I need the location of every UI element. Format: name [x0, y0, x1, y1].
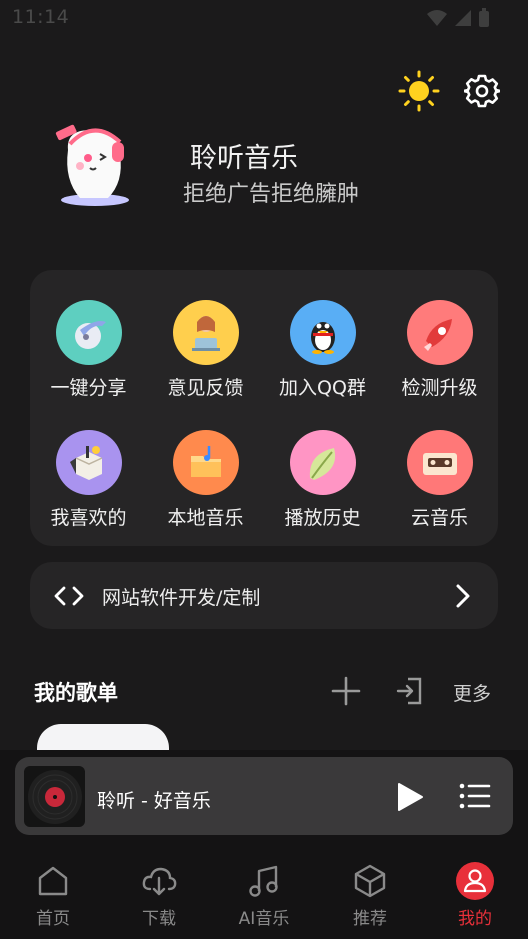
nav-label: AI音乐	[238, 909, 290, 929]
status-icons	[426, 8, 490, 28]
player-track-title: 聆听 - 好音乐	[97, 790, 211, 812]
nav-item-recommend[interactable]: 推荐	[317, 852, 423, 932]
grid-item-history[interactable]: 播放历史	[264, 400, 381, 530]
nav-label: 首页	[36, 909, 70, 929]
app-mascot-logo	[50, 120, 140, 214]
gear-icon	[464, 74, 500, 108]
rocket-upgrade-icon	[406, 300, 473, 365]
share-icon	[55, 300, 122, 365]
wifi-icon	[427, 10, 447, 26]
grid-item-local[interactable]: 本地音乐	[147, 400, 264, 530]
feature-grid: 一键分享 意见反馈 加入QQ群 检测升级 我喜欢的 本地音乐 播放历史 云音乐	[30, 270, 498, 546]
list-icon	[459, 783, 491, 809]
local-folder-icon	[172, 430, 239, 495]
grid-item-upgrade[interactable]: 检测升级	[381, 270, 498, 400]
import-icon	[396, 677, 422, 705]
playlists-title: 我的歌单	[34, 681, 118, 705]
battery-icon	[479, 8, 489, 27]
nav-item-download[interactable]: 下载	[106, 852, 212, 932]
settings-button[interactable]	[460, 69, 504, 113]
grid-item-label: 加入QQ群	[279, 377, 366, 399]
app-slogan: 拒绝广告拒绝臃肿	[183, 182, 360, 207]
cube-icon	[354, 864, 386, 898]
history-leaf-icon	[289, 430, 356, 495]
status-time: 11:14	[12, 6, 70, 28]
feedback-icon	[172, 300, 239, 365]
cloud-download-icon	[142, 867, 177, 896]
mini-player[interactable]	[15, 757, 513, 835]
sun-icon	[398, 70, 440, 112]
add-playlist-button[interactable]	[330, 675, 362, 707]
grid-item-share[interactable]: 一键分享	[30, 270, 147, 400]
nav-label: 下载	[142, 909, 176, 929]
bottom-nav: 首页 下载 AI音乐 推荐 我的	[0, 852, 528, 939]
code-icon	[54, 586, 84, 606]
music-note-icon	[249, 865, 278, 897]
grid-item-label: 一键分享	[50, 377, 127, 399]
import-playlist-button[interactable]	[394, 675, 426, 707]
grid-item-feedback[interactable]: 意见反馈	[147, 270, 264, 400]
chevron-right-icon	[456, 584, 470, 608]
signal-icon	[455, 10, 471, 26]
plus-icon	[331, 676, 361, 706]
grid-item-favorites[interactable]: 我喜欢的	[30, 400, 147, 530]
nav-item-home[interactable]: 首页	[0, 852, 106, 932]
grid-item-cloud-music[interactable]: 云音乐	[381, 400, 498, 530]
cassette-icon	[406, 430, 473, 495]
user-icon	[456, 862, 494, 900]
play-button[interactable]	[395, 781, 425, 813]
album-disc-icon	[24, 766, 85, 827]
favorites-box-icon	[55, 430, 122, 495]
grid-item-label: 意见反馈	[167, 377, 244, 399]
dev-custom-label: 网站软件开发/定制	[102, 587, 261, 609]
app-name: 聆听音乐	[190, 143, 298, 174]
theme-toggle-button[interactable]	[397, 69, 441, 113]
playlists-more-link[interactable]: 更多	[453, 679, 491, 706]
play-icon	[398, 783, 423, 811]
nav-item-mine[interactable]: 我的	[422, 852, 528, 932]
nav-item-ai-music[interactable]: AI音乐	[211, 852, 317, 932]
grid-item-label: 播放历史	[284, 507, 361, 529]
grid-item-label: 云音乐	[410, 507, 468, 529]
nav-label: 我的	[458, 909, 492, 929]
qq-penguin-icon	[289, 300, 356, 365]
playlist-queue-button[interactable]	[459, 781, 491, 811]
nav-label: 推荐	[353, 909, 387, 929]
grid-item-label: 本地音乐	[167, 507, 244, 529]
grid-item-qq[interactable]: 加入QQ群	[264, 270, 381, 400]
dev-custom-bar[interactable]	[30, 562, 498, 629]
grid-item-label: 检测升级	[401, 377, 478, 399]
grid-item-label: 我喜欢的	[50, 507, 127, 529]
home-icon	[38, 866, 68, 896]
